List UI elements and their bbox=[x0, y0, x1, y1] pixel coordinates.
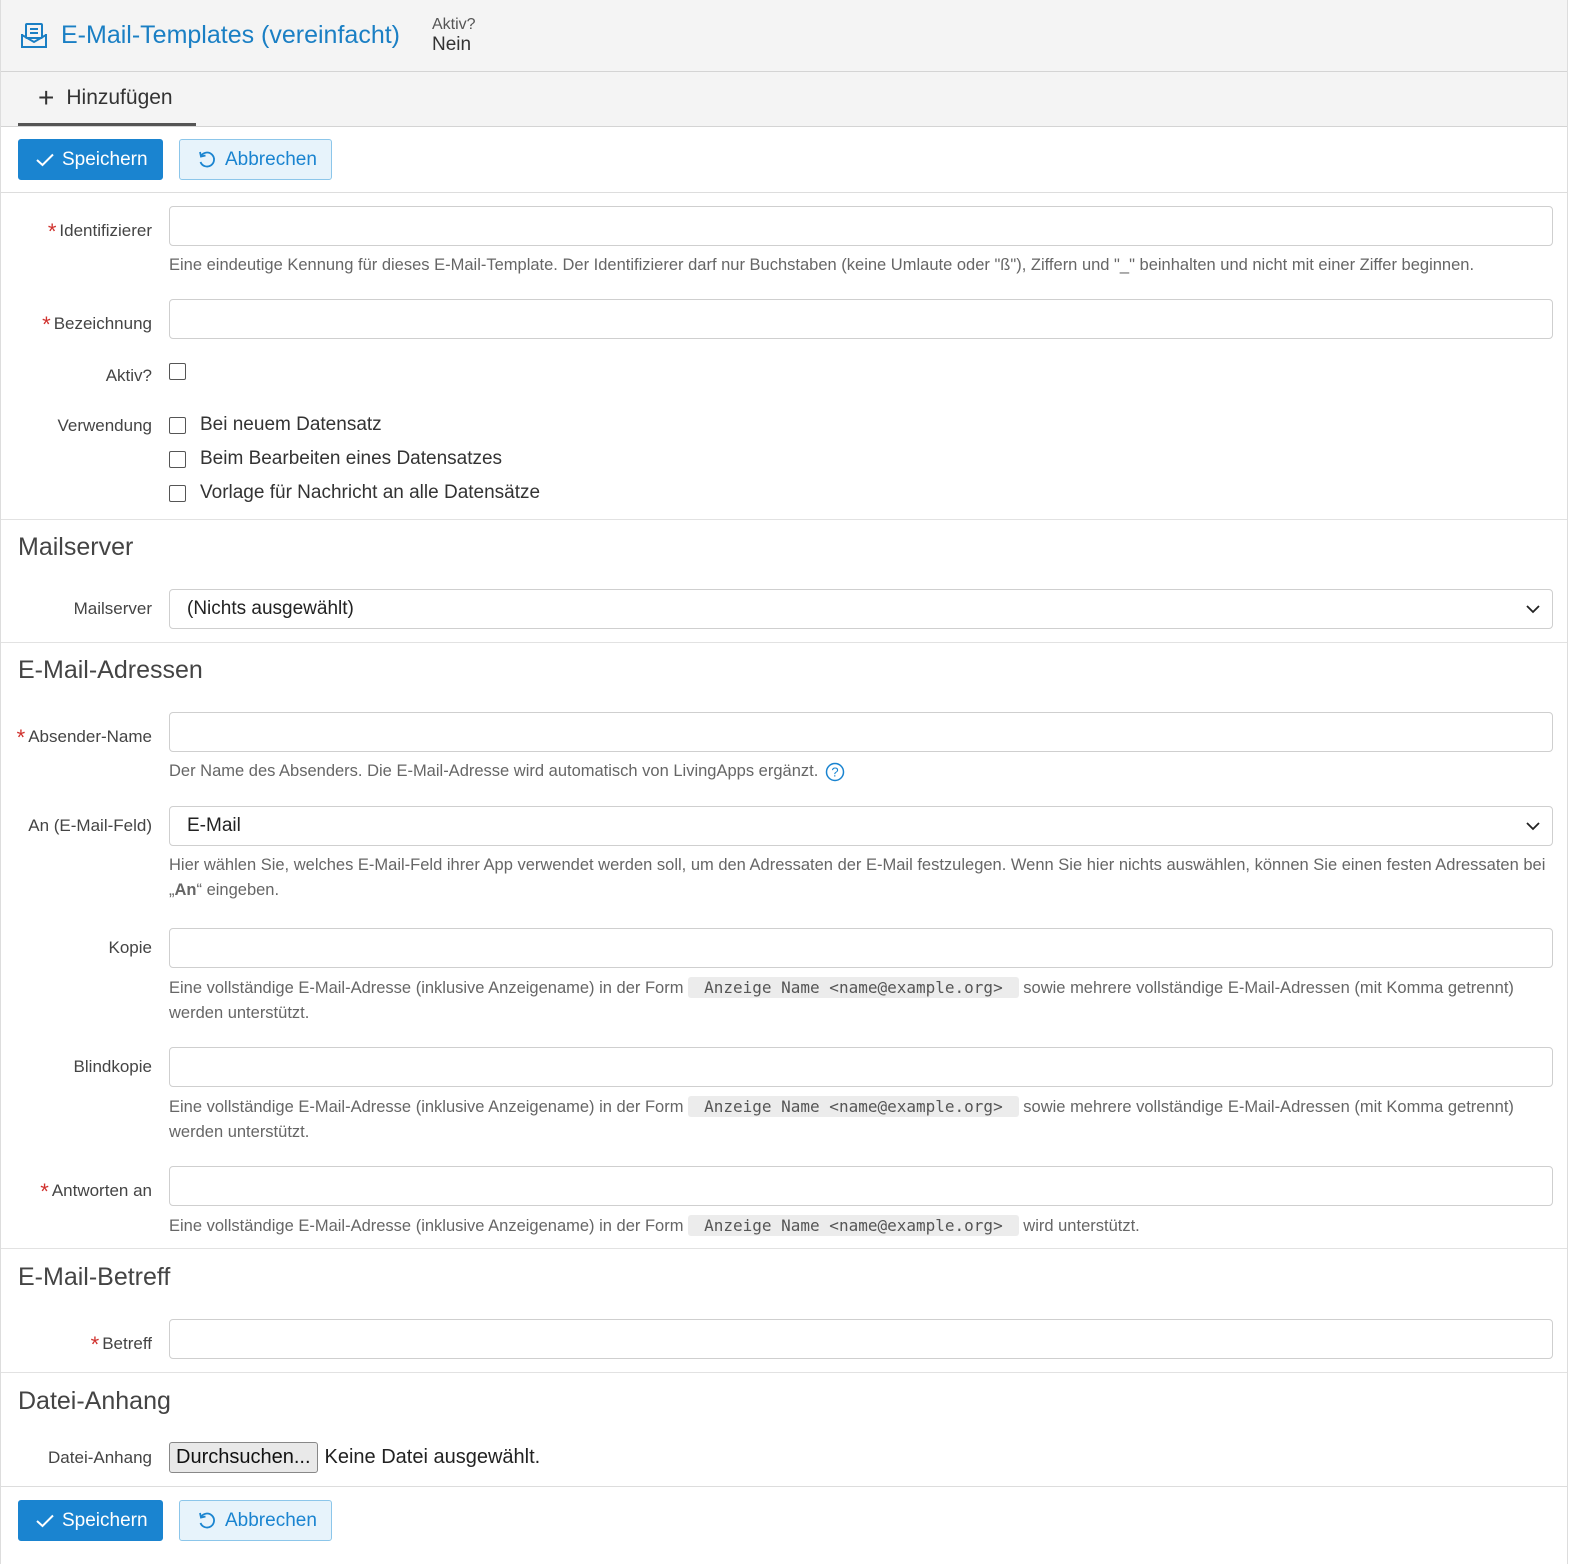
required-marker: * bbox=[40, 1179, 49, 1204]
active-status-value: Nein bbox=[432, 33, 472, 55]
active-checkbox[interactable] bbox=[169, 363, 186, 380]
to-row: An (E-Mail-Feld) E-Mail Hier wählen Sie,… bbox=[1, 806, 1553, 903]
to-label: An (E-Mail-Feld) bbox=[28, 816, 152, 835]
bcc-label: Blindkopie bbox=[73, 1057, 152, 1076]
chevron-down-icon bbox=[1526, 815, 1540, 837]
active-label: Aktiv? bbox=[105, 366, 152, 385]
bcc-input[interactable] bbox=[169, 1047, 1553, 1087]
active-status-label: Aktiv? bbox=[432, 15, 476, 33]
cancel-button-label: Abbrechen bbox=[225, 1509, 317, 1531]
mailserver-label: Mailserver bbox=[73, 599, 152, 618]
active-status: Aktiv? Nein bbox=[432, 15, 476, 57]
usage-all-records-label: Vorlage für Nachricht an alle Datensätze bbox=[200, 482, 541, 503]
sender-label: * Absender-Name bbox=[16, 725, 152, 750]
mailserver-row: Mailserver (Nichts ausgewählt) bbox=[1, 589, 1553, 629]
reply-to-row: * Antworten an Eine vollständige E-Mail-A… bbox=[1, 1166, 1553, 1239]
page-title[interactable]: E-Mail-Templates (vereinfacht) bbox=[61, 21, 400, 50]
save-button[interactable]: Speichern bbox=[18, 139, 163, 180]
cancel-button-label: Abbrechen bbox=[225, 148, 317, 170]
name-input[interactable] bbox=[169, 299, 1553, 339]
to-help: Hier wählen Sie, welches E-Mail-Feld ihr… bbox=[169, 856, 1546, 899]
to-select[interactable]: E-Mail bbox=[169, 806, 1553, 846]
attachment-section-title: Datei-Anhang bbox=[18, 1387, 171, 1415]
tab-add-label: Hinzufügen bbox=[66, 85, 173, 109]
app-header: E-Mail-Templates (vereinfacht) Aktiv? Ne… bbox=[1, 0, 1567, 72]
required-marker: * bbox=[47, 219, 57, 244]
subject-input[interactable] bbox=[169, 1319, 1553, 1359]
subject-section-title: E-Mail-Betreff bbox=[18, 1263, 171, 1291]
format-example-code: Anzeige Name <name@example.org> bbox=[688, 1096, 1019, 1117]
sender-row: * Absender-Name Der Name des Absenders. D… bbox=[1, 712, 1553, 784]
name-row: * Bezeichnung bbox=[1, 299, 1553, 339]
save-button-label: Speichern bbox=[62, 1509, 148, 1531]
page: E-Mail-Templates (vereinfacht) Aktiv? Ne… bbox=[0, 0, 1568, 1564]
active-row: Aktiv? bbox=[1, 363, 1553, 386]
attachment-row: Datei-Anhang Durchsuchen... Keine Datei … bbox=[1, 1442, 1553, 1473]
section-divider bbox=[1, 519, 1567, 520]
format-example-code: Anzeige Name <name@example.org> bbox=[688, 1215, 1019, 1236]
to-select-value: E-Mail bbox=[187, 815, 241, 836]
section-divider bbox=[1, 1372, 1567, 1373]
save-button-label: Speichern bbox=[62, 148, 148, 170]
usage-label: Verwendung bbox=[57, 416, 152, 435]
chevron-down-icon bbox=[1526, 598, 1540, 620]
file-status: Keine Datei ausgewählt. bbox=[324, 1446, 541, 1468]
check-icon bbox=[36, 1514, 54, 1528]
identifier-input[interactable] bbox=[169, 206, 1553, 246]
identifier-help: Eine eindeutige Kennung für dieses E-Mai… bbox=[169, 256, 1475, 274]
usage-new-record-label: Bei neuem Datensatz bbox=[200, 414, 382, 435]
subject-label: * Betreff bbox=[90, 1332, 152, 1357]
cc-label: Kopie bbox=[108, 938, 152, 957]
bottom-toolbar: Speichern Abbrechen bbox=[1, 1486, 1567, 1554]
reply-to-input[interactable] bbox=[169, 1166, 1553, 1206]
format-example-code: Anzeige Name <name@example.org> bbox=[688, 977, 1019, 998]
form-body: * Identifizierer Eine eindeutige Kennung … bbox=[1, 193, 1567, 1486]
cc-row: Kopie Eine vollständige E-Mail-Adresse (… bbox=[1, 928, 1553, 1026]
required-marker: * bbox=[16, 725, 26, 750]
usage-all-records-checkbox[interactable] bbox=[169, 484, 186, 502]
required-marker: * bbox=[42, 312, 51, 337]
sender-input[interactable] bbox=[169, 712, 1553, 752]
tab-add[interactable]: + Hinzufügen bbox=[18, 72, 196, 126]
attachment-label: Datei-Anhang bbox=[48, 1447, 152, 1467]
cc-input[interactable] bbox=[169, 928, 1553, 968]
mail-template-icon bbox=[19, 21, 49, 51]
usage-row: Verwendung Bei neuem Datensatz Beim Bear… bbox=[1, 408, 1553, 510]
browse-file-button[interactable]: Durchsuchen... bbox=[169, 1442, 318, 1473]
mailserver-select-value: (Nichts ausgewählt) bbox=[187, 598, 354, 619]
mailserver-section-title: Mailserver bbox=[18, 533, 134, 561]
identifier-row: * Identifizierer Eine eindeutige Kennung … bbox=[1, 206, 1553, 278]
subject-row: * Betreff bbox=[1, 1319, 1553, 1359]
identifier-label: * Identifizierer bbox=[47, 219, 152, 244]
tab-bar: + Hinzufügen bbox=[1, 72, 1567, 127]
reply-to-label: * Antworten an bbox=[40, 1179, 152, 1204]
undo-icon bbox=[197, 1511, 217, 1531]
save-button[interactable]: Speichern bbox=[18, 1500, 163, 1541]
plus-icon: + bbox=[38, 81, 55, 113]
name-label: * Bezeichnung bbox=[42, 312, 152, 337]
usage-option-all-records[interactable]: Vorlage für Nachricht an alle Datensätze bbox=[169, 476, 1553, 510]
sender-help: Der Name des Absenders. Die E-Mail-Adres… bbox=[169, 759, 1553, 784]
undo-icon bbox=[197, 150, 217, 170]
usage-edit-record-checkbox[interactable] bbox=[169, 450, 186, 468]
cancel-button[interactable]: Abbrechen bbox=[179, 1500, 332, 1541]
cc-help: Eine vollständige E-Mail-Adresse (inklus… bbox=[169, 977, 1514, 1022]
required-marker: * bbox=[90, 1332, 100, 1357]
usage-option-edit-record[interactable]: Beim Bearbeiten eines Datensatzes bbox=[169, 442, 1553, 476]
help-circle-icon[interactable]: ? bbox=[825, 762, 845, 782]
bcc-help: Eine vollständige E-Mail-Adresse (inklus… bbox=[169, 1096, 1514, 1141]
addresses-section-title: E-Mail-Adressen bbox=[18, 656, 203, 684]
mailserver-select[interactable]: (Nichts ausgewählt) bbox=[169, 589, 1553, 629]
check-icon bbox=[36, 153, 54, 167]
svg-text:?: ? bbox=[832, 764, 839, 779]
usage-new-record-checkbox[interactable] bbox=[169, 416, 186, 434]
bcc-row: Blindkopie Eine vollständige E-Mail-Adre… bbox=[1, 1047, 1553, 1145]
section-divider bbox=[1, 1248, 1567, 1249]
reply-to-help: Eine vollständige E-Mail-Adresse (inklus… bbox=[169, 1215, 1140, 1236]
cancel-button[interactable]: Abbrechen bbox=[179, 139, 332, 180]
top-toolbar: Speichern Abbrechen bbox=[1, 127, 1567, 193]
usage-option-new-record[interactable]: Bei neuem Datensatz bbox=[169, 408, 1553, 442]
section-divider bbox=[1, 642, 1567, 643]
usage-edit-record-label: Beim Bearbeiten eines Datensatzes bbox=[200, 448, 503, 469]
